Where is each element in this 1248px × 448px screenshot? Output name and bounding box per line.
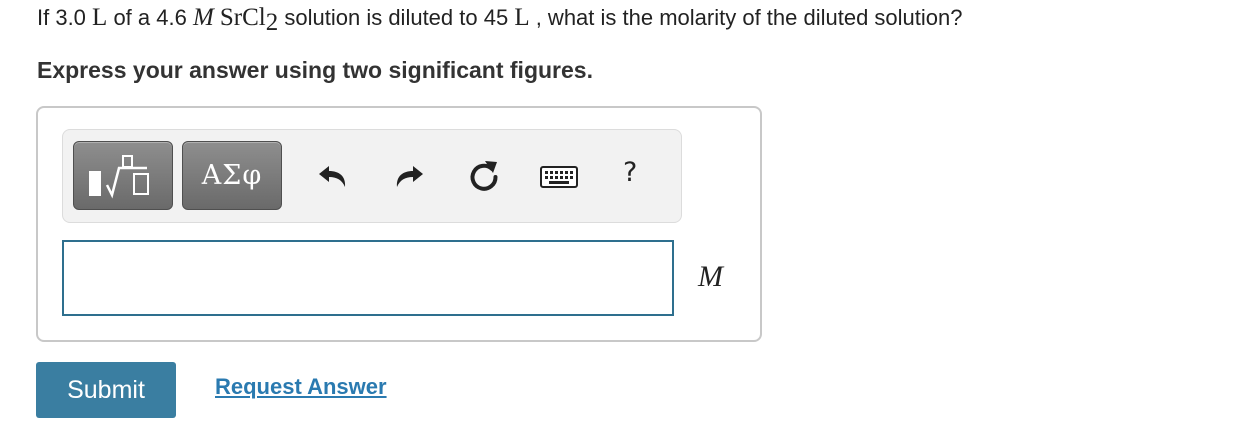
submit-button[interactable]: Submit bbox=[36, 362, 176, 418]
undo-icon[interactable] bbox=[315, 158, 351, 194]
unit-liters-2: L bbox=[514, 4, 530, 31]
question-part-3: solution is diluted to 45 bbox=[278, 5, 515, 30]
symbols-button[interactable]: ΑΣφ bbox=[182, 141, 282, 210]
instruction-text: Express your answer using two significan… bbox=[37, 57, 593, 83]
answer-unit: M bbox=[698, 260, 723, 293]
keyboard-icon[interactable] bbox=[539, 158, 579, 194]
templates-button[interactable] bbox=[73, 141, 173, 210]
question-page: If 3.0 L of a 4.6 M SrCl2 solution is di… bbox=[0, 0, 1248, 448]
math-toolbar: ΑΣφ ? bbox=[62, 129, 682, 223]
answer-box: ΑΣφ ? M bbox=[36, 106, 762, 342]
unit-molarity: M bbox=[192, 4, 214, 31]
unit-liters: L bbox=[92, 4, 108, 31]
question-text: If 3.0 L of a 4.6 M SrCl2 solution is di… bbox=[37, 4, 963, 35]
formula-subscript: 2 bbox=[265, 9, 279, 36]
formula-srcl: SrCl bbox=[219, 4, 266, 31]
reset-icon[interactable] bbox=[466, 158, 502, 194]
request-answer-link[interactable]: Request Answer bbox=[215, 374, 387, 400]
question-part-4: , what is the molarity of the diluted so… bbox=[529, 5, 963, 30]
question-part-2: of a 4.6 bbox=[107, 5, 193, 30]
question-part-1: If 3.0 bbox=[37, 5, 93, 30]
help-button[interactable]: ? bbox=[623, 157, 637, 188]
answer-input[interactable] bbox=[62, 240, 674, 316]
redo-icon[interactable] bbox=[391, 158, 427, 194]
templates-icon bbox=[89, 155, 149, 199]
symbols-label: ΑΣφ bbox=[201, 160, 263, 191]
